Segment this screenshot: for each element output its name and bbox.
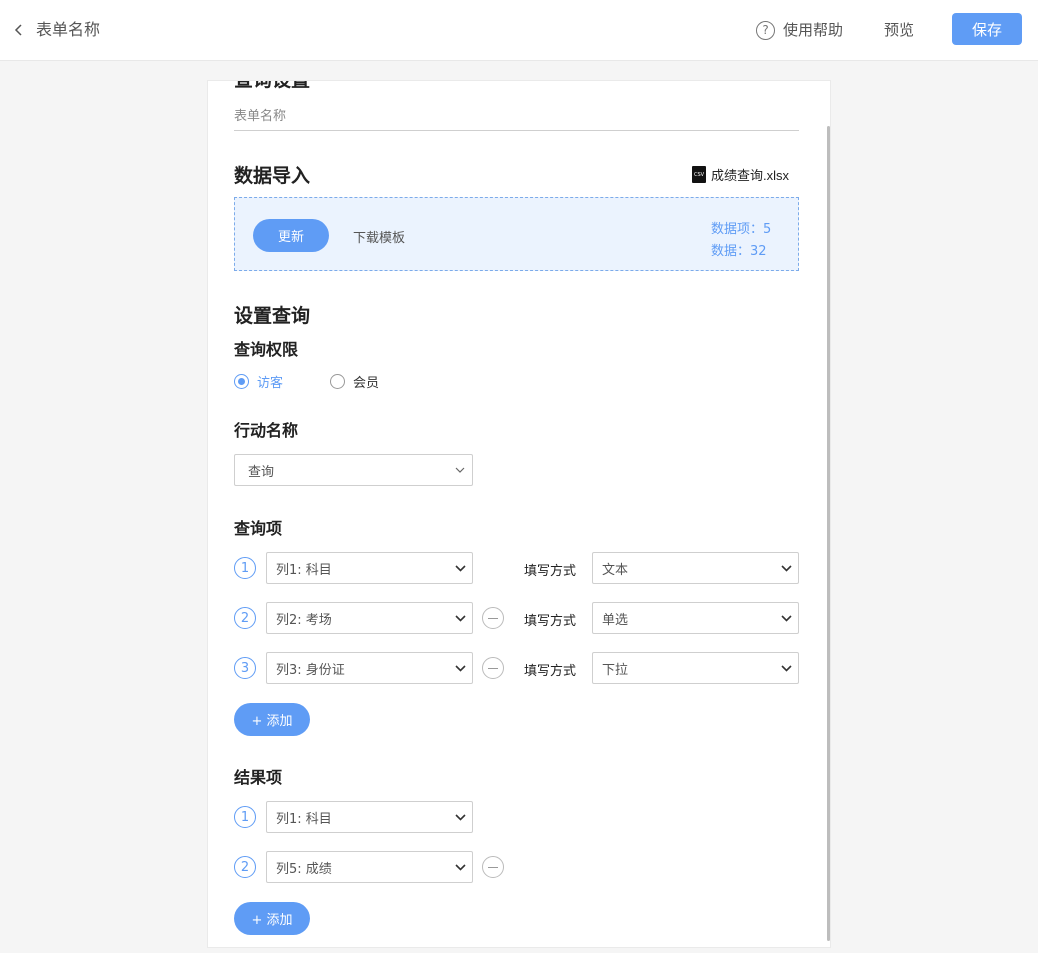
- query-item-column-select[interactable]: 列3: 身份证: [266, 652, 473, 684]
- query-item-column-select[interactable]: 列2: 考场: [266, 602, 473, 634]
- fill-mode-select[interactable]: 下拉: [592, 652, 799, 684]
- radio-checked-icon: [234, 374, 249, 389]
- chevron-down-icon: [448, 455, 472, 485]
- add-query-item-button[interactable]: + 添加: [234, 703, 310, 736]
- result-item-column-value: 列1: 科目: [276, 811, 332, 827]
- remove-item-minus-icon[interactable]: [482, 856, 504, 878]
- add-result-item-button[interactable]: + 添加: [234, 902, 310, 935]
- result-item-column-select[interactable]: 列1: 科目: [266, 801, 473, 833]
- radio-member[interactable]: 会员: [330, 372, 379, 391]
- save-button[interactable]: 保存: [952, 13, 1022, 45]
- import-title: 数据导入: [234, 165, 311, 187]
- radio-unchecked-icon: [330, 374, 345, 389]
- form-title: 表单名称: [36, 20, 101, 39]
- data-items-stat: 数据项：5: [711, 222, 772, 237]
- chevron-left-icon: [14, 16, 30, 44]
- query-item-index: 3: [234, 657, 256, 679]
- radio-visitor-label: 访客: [257, 376, 284, 391]
- scrollbar-thumb[interactable]: [827, 126, 830, 941]
- result-item-column-value: 列5: 成绩: [276, 861, 332, 877]
- chevron-down-icon: [448, 603, 472, 633]
- result-item-index: 1: [234, 806, 256, 828]
- result-item-column-select[interactable]: 列5: 成绩: [266, 851, 473, 883]
- file-name[interactable]: CSV 成绩查询.xlsx: [692, 165, 789, 184]
- chevron-down-icon: [448, 553, 472, 583]
- data-count-stat: 数据：32: [711, 244, 767, 259]
- query-item-column-value: 列1: 科目: [276, 562, 332, 578]
- permission-title: 查询权限: [234, 340, 299, 359]
- fill-mode-value: 下拉: [602, 662, 629, 678]
- chevron-down-icon: [774, 653, 798, 683]
- form-name-input[interactable]: [234, 103, 799, 131]
- import-box: 更新 下载模板 数据项：5 数据：32: [234, 197, 799, 271]
- action-name-value: 查询: [248, 464, 275, 480]
- chevron-down-icon: [448, 653, 472, 683]
- preview-button[interactable]: 预览: [884, 16, 914, 44]
- query-item-index: 2: [234, 607, 256, 629]
- fill-mode-label: 填写方式: [524, 664, 577, 679]
- query-item-column-value: 列3: 身份证: [276, 662, 345, 678]
- result-items-title: 结果项: [234, 768, 283, 787]
- back-button[interactable]: 表单名称: [14, 16, 100, 44]
- query-items-title: 查询项: [234, 519, 283, 538]
- chevron-down-icon: [774, 553, 798, 583]
- remove-item-minus-icon[interactable]: [482, 607, 504, 629]
- chevron-down-icon: [774, 603, 798, 633]
- help-label: 使用帮助: [783, 21, 844, 39]
- action-name-select[interactable]: 查询: [234, 454, 473, 486]
- chevron-down-icon: [448, 852, 472, 882]
- query-item-column-value: 列2: 考场: [276, 612, 332, 628]
- question-icon: ?: [756, 20, 775, 40]
- fill-mode-select[interactable]: 单选: [592, 602, 799, 634]
- top-bar: 表单名称 ? 使用帮助 预览 保存: [0, 0, 1038, 61]
- result-item-index: 2: [234, 856, 256, 878]
- query-settings-title: 设置查询: [234, 305, 311, 327]
- fill-mode-select[interactable]: 文本: [592, 552, 799, 584]
- help-link[interactable]: ? 使用帮助: [756, 16, 843, 44]
- query-item-column-select[interactable]: 列1: 科目: [266, 552, 473, 584]
- fill-mode-label: 填写方式: [524, 564, 577, 579]
- remove-item-minus-icon[interactable]: [482, 657, 504, 679]
- csv-file-icon: CSV: [692, 166, 706, 183]
- radio-visitor[interactable]: 访客: [234, 372, 283, 391]
- chevron-down-icon: [448, 802, 472, 832]
- update-button[interactable]: 更新: [253, 219, 329, 252]
- section-title-cut: 查询设置: [234, 80, 311, 91]
- fill-mode-value: 单选: [602, 612, 629, 628]
- fill-mode-value: 文本: [602, 562, 629, 578]
- query-item-index: 1: [234, 557, 256, 579]
- download-template-link[interactable]: 下载模板: [353, 227, 405, 246]
- file-name-label: 成绩查询.xlsx: [711, 168, 790, 183]
- fill-mode-label: 填写方式: [524, 614, 577, 629]
- radio-member-label: 会员: [353, 376, 380, 391]
- form-card: 查询设置 数据导入 CSV 成绩查询.xlsx 更新 下载模板 数据项：5 数据…: [207, 80, 831, 948]
- action-name-title: 行动名称: [234, 421, 299, 440]
